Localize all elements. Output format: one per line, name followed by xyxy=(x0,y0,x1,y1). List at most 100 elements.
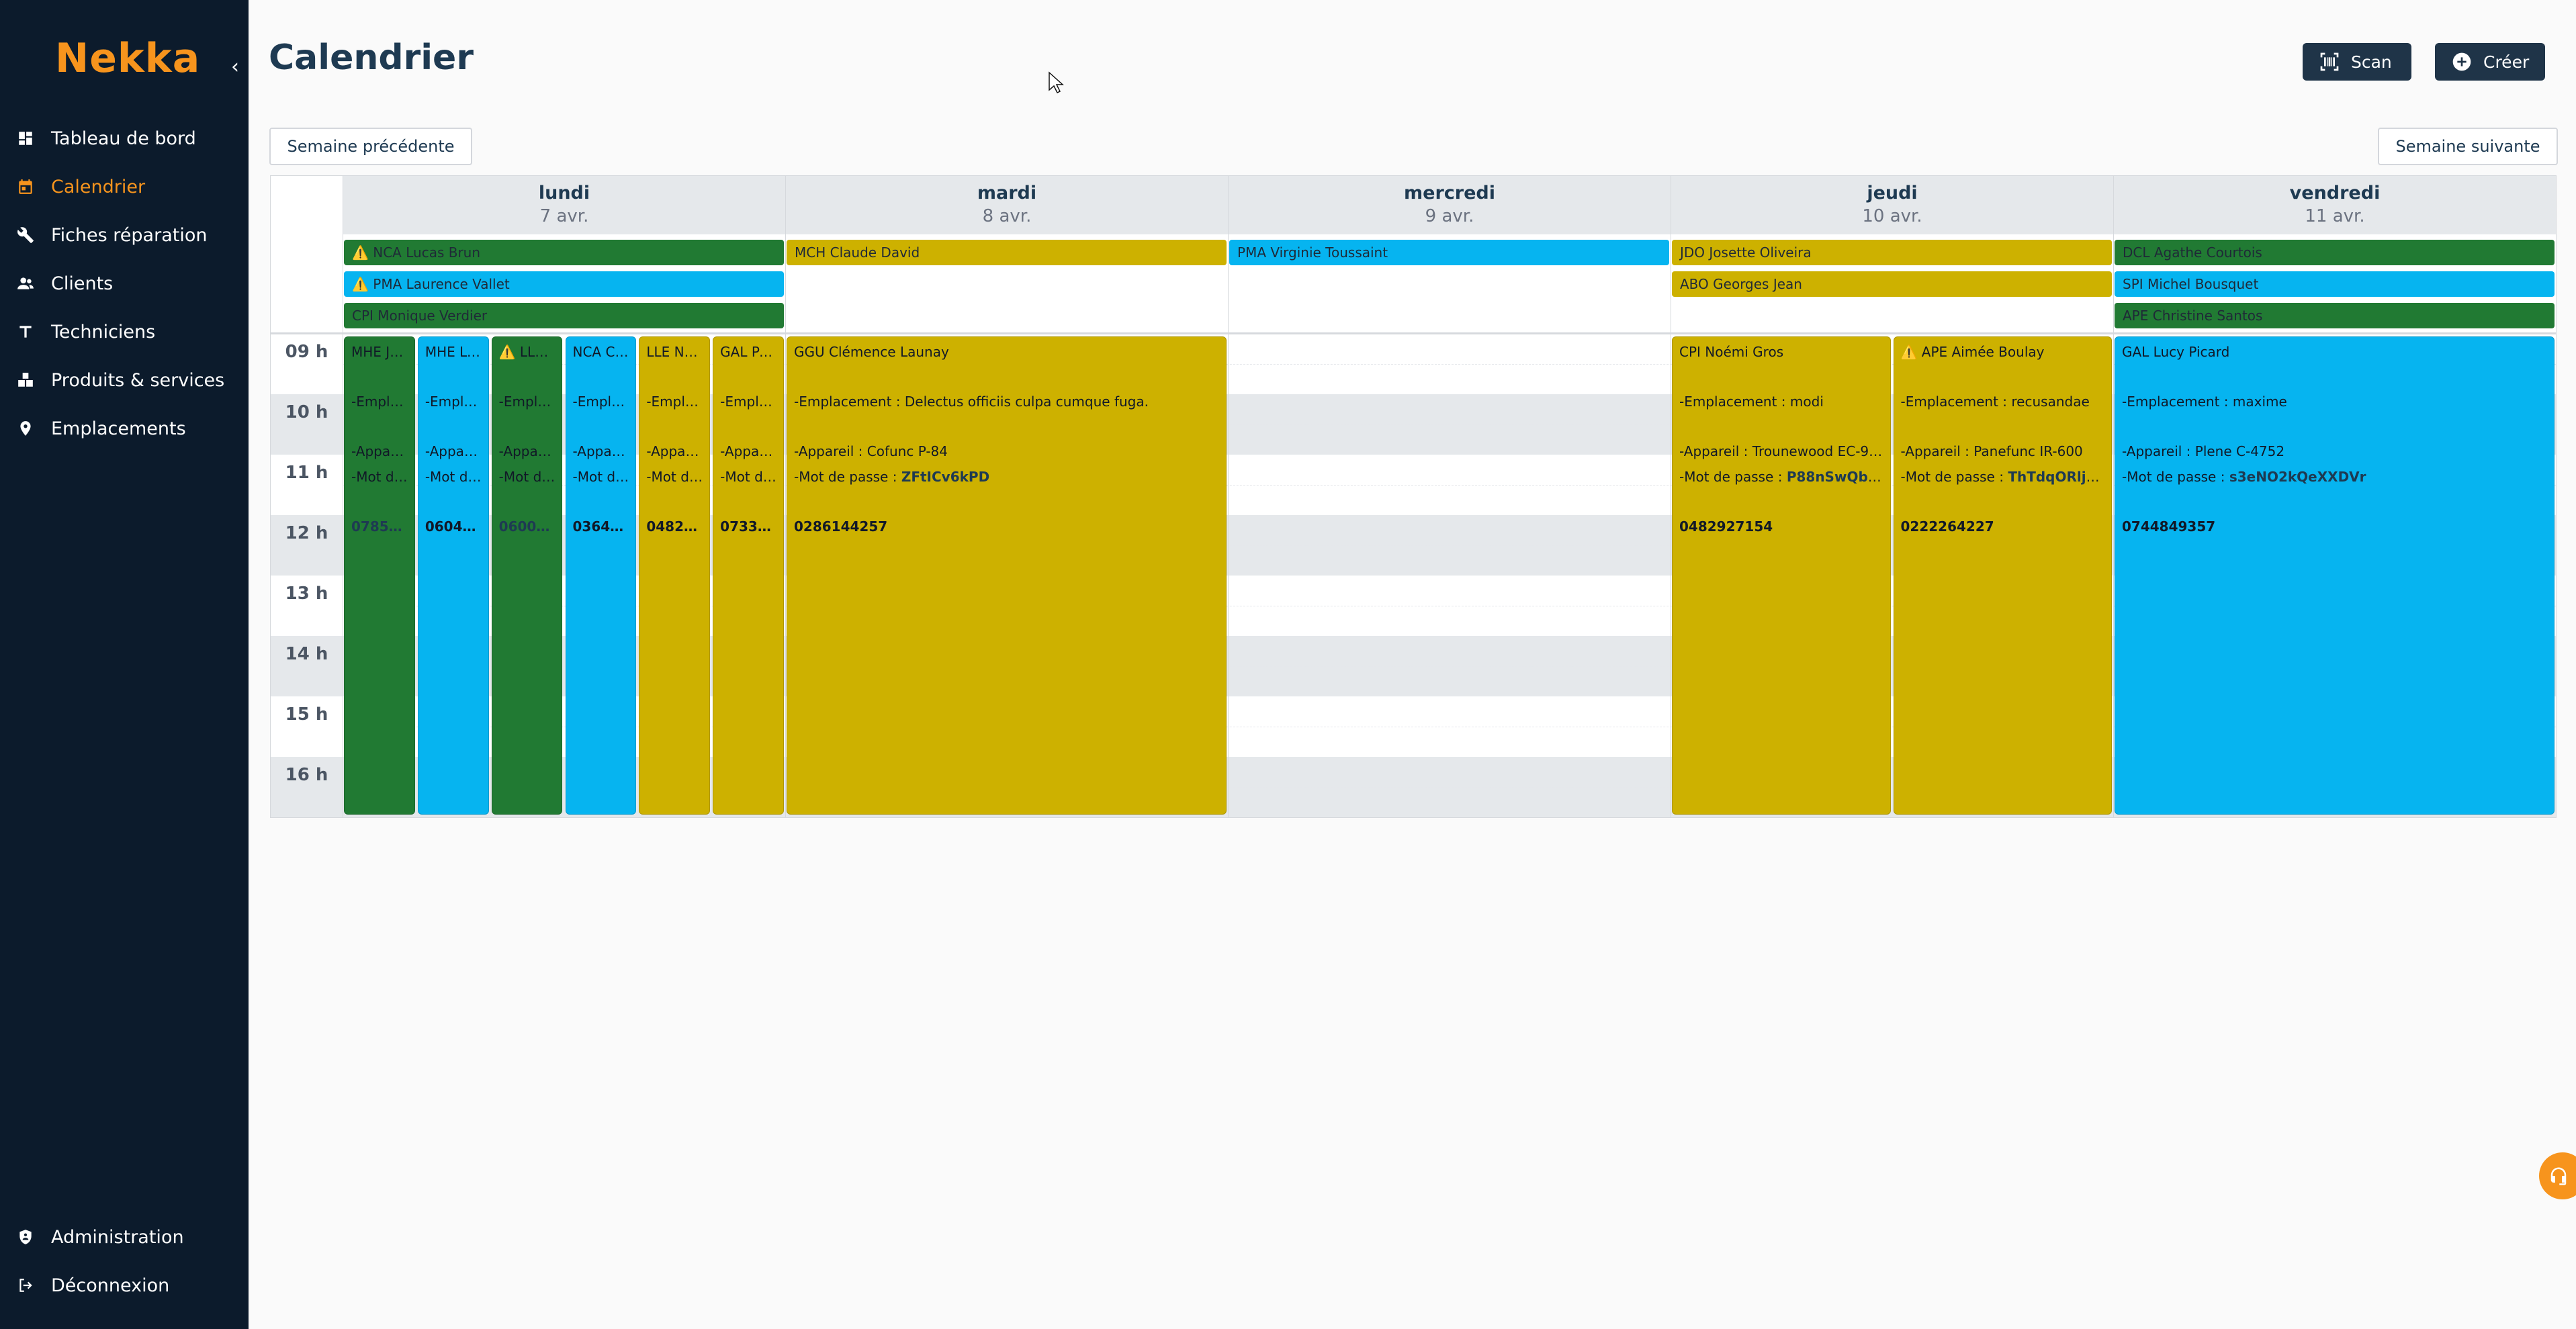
sidebar-item-label: Emplacements xyxy=(51,418,186,439)
allday-event[interactable]: PMA Virginie Toussaint xyxy=(1229,240,1669,265)
day-date: 9 avr. xyxy=(1425,206,1474,226)
sidebar-item-label: Calendrier xyxy=(51,176,146,197)
event-device: -Appare... xyxy=(498,443,556,459)
event-device: -Appareil : Plene C-4752 xyxy=(2122,443,2285,459)
event-title: ⚠️ LLE Él... xyxy=(498,344,556,360)
day-name: mercredi xyxy=(1404,183,1495,203)
event-location: -Emplacement : Delectus officiis culpa c… xyxy=(794,394,1149,410)
day-column-line xyxy=(2113,334,2114,817)
event-title: GAL Pas... xyxy=(720,344,776,360)
sidebar-item-technicians[interactable]: Techniciens xyxy=(0,310,249,353)
calendar-event[interactable]: MHE Jo... -Empla... -Appare... -Mot de ... 0… xyxy=(344,336,415,815)
event-title: GGU Clémence Launay xyxy=(794,344,949,360)
calendar-event[interactable]: CPI Noémi Gros -Emplacement : modi -Appare… xyxy=(1672,336,1891,815)
event-title: LLE Noé... xyxy=(646,344,703,360)
event-title: MHE Jo... xyxy=(351,344,408,360)
scan-button[interactable]: Scan xyxy=(2303,43,2411,81)
event-device: -Appare... xyxy=(720,443,776,459)
event-password-label: -Mot de ... xyxy=(498,469,556,485)
allday-event[interactable]: ⚠️ NCA Lucas Brun xyxy=(344,240,784,265)
sidebar-item-administration[interactable]: Administration xyxy=(0,1216,249,1258)
calendar-event[interactable]: LLE Noé... -Empla... -Appare... -Mot de ...… xyxy=(639,336,711,815)
sidebar-item-logout[interactable]: Déconnexion xyxy=(0,1264,249,1307)
event-title: MHE Luc... xyxy=(425,344,482,360)
event-password-label: -Mot de ... xyxy=(351,469,408,485)
event-phone: 0364937... xyxy=(572,518,629,535)
create-button[interactable]: Créer xyxy=(2435,43,2545,81)
calendar-event[interactable]: GAL Pas... -Empla... -Appare... -Mot de ...… xyxy=(713,336,784,815)
sidebar-item-calendar[interactable]: Calendrier xyxy=(0,165,249,208)
support-chat-button[interactable] xyxy=(2539,1152,2576,1199)
event-location: -Emplacement : recusandae xyxy=(1900,394,2090,410)
calendar-event[interactable]: NCA Ch... -Empla... -Appare... -Mot de ... 0… xyxy=(565,336,637,815)
calendar-icon xyxy=(0,178,51,195)
allday-event[interactable]: SPI Michel Bousquet xyxy=(2115,271,2555,297)
allday-event[interactable]: CPI Monique Verdier xyxy=(344,303,784,328)
week-calendar: lundi 7 avr. mardi 8 avr. mercredi 9 avr. jeud… xyxy=(270,175,2557,818)
sidebar-item-products[interactable]: Produits & services xyxy=(0,359,249,402)
app-logo[interactable]: Nekka xyxy=(55,35,200,82)
event-password-line: -Mot de ... xyxy=(425,469,482,486)
dashboard-icon xyxy=(0,130,51,147)
event-password-line: -Mot de ... xyxy=(646,469,703,486)
event-password-label: -Mot de passe : xyxy=(794,469,901,485)
event-password-line: -Mot de ... xyxy=(499,469,556,486)
hour-label: 15 h xyxy=(285,704,328,725)
sidebar-item-clients[interactable]: Clients xyxy=(0,262,249,305)
sidebar-item-locations[interactable]: Emplacements xyxy=(0,407,249,450)
sidebar-item-dashboard[interactable]: Tableau de bord xyxy=(0,117,249,160)
event-phone: 0482927... xyxy=(646,518,703,535)
day-header: jeudi 10 avr. xyxy=(1671,176,2113,234)
mouse-cursor-icon xyxy=(1049,71,1064,94)
day-date: 11 avr. xyxy=(2305,206,2365,226)
allday-event[interactable]: DCL Agathe Courtois xyxy=(2115,240,2555,265)
calendar-event[interactable]: GAL Lucy Picard -Emplacement : maxime -App… xyxy=(2115,336,2555,815)
hour-label: 11 h xyxy=(285,463,328,483)
event-location: -Emplacement : modi xyxy=(1679,394,1824,410)
day-column-line xyxy=(2556,334,2557,817)
page-title: Calendrier xyxy=(269,38,474,78)
hour-label: 09 h xyxy=(285,342,328,362)
sidebar-item-label: Tableau de bord xyxy=(51,128,196,149)
day-header: lundi 7 avr. xyxy=(343,176,785,234)
event-location: -Empla... xyxy=(572,394,629,410)
sidebar-item-label: Techniciens xyxy=(51,321,156,342)
location-pin-icon xyxy=(0,420,51,437)
sidebar-item-repair-sheets[interactable]: Fiches réparation xyxy=(0,214,249,257)
sidebar-item-label: Déconnexion xyxy=(51,1275,170,1296)
event-phone: 0482927154 xyxy=(1679,518,1773,535)
event-location: -Empla... xyxy=(425,394,482,410)
tools-icon xyxy=(0,226,51,244)
shield-icon xyxy=(0,1228,51,1246)
sidebar-item-label: Clients xyxy=(51,273,114,294)
allday-event[interactable]: MCH Claude David xyxy=(787,240,1227,265)
calendar-event[interactable]: GGU Clémence Launay -Emplacement : Delect… xyxy=(787,336,1227,815)
barcode-scan-icon xyxy=(2320,52,2339,71)
event-password: ThTdqORljCEFBs... xyxy=(2008,469,2104,485)
event-password: s3eNO2kQeXXDVr xyxy=(2229,469,2366,485)
event-title: GAL Lucy Picard xyxy=(2122,344,2230,360)
allday-event[interactable]: APE Christine Santos xyxy=(2115,303,2555,328)
scan-button-label: Scan xyxy=(2351,52,2392,72)
allday-event[interactable]: ⚠️ PMA Laurence Vallet xyxy=(344,271,784,297)
event-password-line: -Mot de passe : P88nSwQbm9H... xyxy=(1679,469,1883,486)
create-button-label: Créer xyxy=(2483,52,2530,72)
collapse-sidebar-button[interactable]: ‹ xyxy=(226,55,245,79)
allday-event[interactable]: ABO Georges Jean xyxy=(1672,271,2112,297)
day-name: mardi xyxy=(977,183,1037,203)
event-title: NCA Ch... xyxy=(572,344,629,360)
allday-event[interactable]: JDO Josette Oliveira xyxy=(1672,240,2112,265)
event-device: -Appare... xyxy=(572,443,629,459)
event-password-label: -Mot de ... xyxy=(720,469,776,485)
hour-label: 16 h xyxy=(285,765,328,785)
event-password-label: -Mot de passe : xyxy=(2122,469,2229,485)
plus-circle-icon xyxy=(2452,52,2471,71)
event-password-line: -Mot de ... xyxy=(720,469,776,486)
previous-week-button[interactable]: Semaine précédente xyxy=(269,128,472,165)
event-password-label: -Mot de ... xyxy=(572,469,629,485)
next-week-button[interactable]: Semaine suivante xyxy=(2378,128,2558,165)
day-date: 8 avr. xyxy=(982,206,1032,226)
calendar-event[interactable]: ⚠️ APE Aimée Boulay -Emplacement : recusa… xyxy=(1893,336,2112,815)
calendar-event[interactable]: ⚠️ LLE Él... -Empla... -Appare... -Mot de .… xyxy=(491,336,563,815)
calendar-event[interactable]: MHE Luc... -Empla... -Appare... -Mot de ...… xyxy=(417,336,489,815)
